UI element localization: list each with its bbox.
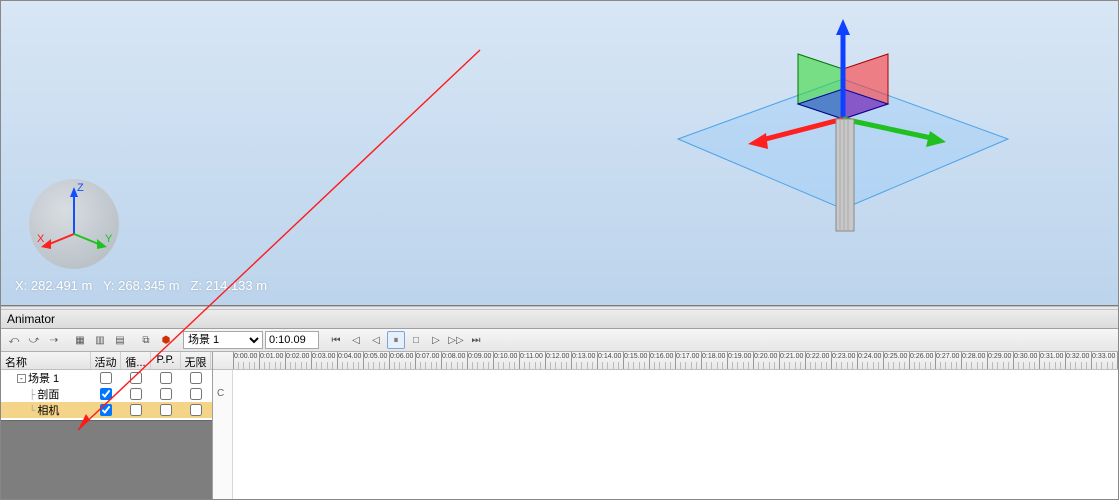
scene-tree-pane: 名称 活动 循... P.P. 无限 -场景 1├剖面└相机 — [1, 352, 213, 499]
coordinate-readout: X: 282.491 m Y: 268.345 m Z: 214.133 m — [15, 278, 267, 293]
ruler-tick-label: 0:08.00 — [442, 353, 465, 360]
checkbox-infinite[interactable] — [190, 388, 202, 400]
checkbox-pp[interactable] — [160, 372, 172, 384]
checkbox-infinite[interactable] — [190, 372, 202, 384]
col-active[interactable]: 活动 — [91, 352, 121, 369]
history-back-button[interactable]: ⤺ — [5, 331, 23, 349]
tree-branch-icon: └ — [29, 405, 35, 415]
checkbox-infinite[interactable] — [190, 404, 202, 416]
col-loop[interactable]: 循... — [121, 352, 151, 369]
checkbox-pp[interactable] — [160, 404, 172, 416]
ruler-tick-label: 0:28.00 — [962, 353, 985, 360]
ruler-tick-label: 0:29.00 — [988, 353, 1011, 360]
next-key-button[interactable]: ▷▷ — [447, 331, 465, 349]
ruler-tick-label: 0:15.00 — [624, 353, 647, 360]
ruler-tick-label: 0:01.00 — [260, 353, 283, 360]
col-infinite[interactable]: 无限 — [181, 352, 211, 369]
link-button[interactable]: ⇢ — [45, 331, 63, 349]
ruler-tick-label: 0:30.00 — [1014, 353, 1037, 360]
scene-select[interactable]: 场景 1 — [183, 331, 263, 349]
timeline-pane[interactable]: 0:00.000:01.000:02.000:03.000:04.000:05.… — [213, 352, 1118, 499]
svg-text:Y: Y — [105, 233, 113, 245]
timeline-ruler[interactable]: 0:00.000:01.000:02.000:03.000:04.000:05.… — [213, 352, 1118, 370]
checkbox-active[interactable] — [100, 388, 112, 400]
tree-empty-area — [1, 420, 212, 499]
checkbox-pp[interactable] — [160, 388, 172, 400]
ruler-tick-label: 0:12.00 — [546, 353, 569, 360]
tree-branch-icon: ├ — [29, 389, 35, 399]
snap-1-button[interactable]: ▦ — [71, 331, 89, 349]
ruler-tick-label: 0:26.00 — [910, 353, 933, 360]
ruler-tick-label: 0:19.00 — [728, 353, 751, 360]
record-button[interactable]: ⬢ — [157, 331, 175, 349]
ruler-tick-label: 0:09.00 — [468, 353, 491, 360]
step-back-button[interactable]: ◁ — [367, 331, 385, 349]
ruler-tick-label: 0:06.00 — [390, 353, 413, 360]
scene-transform-gizmo[interactable] — [668, 19, 1018, 249]
first-frame-button[interactable]: ⏮ — [327, 331, 345, 349]
panel-title: Animator — [1, 310, 1118, 329]
time-input[interactable] — [265, 331, 319, 349]
ruler-tick-label: 0:31.00 — [1040, 353, 1063, 360]
ruler-tick-label: 0:21.00 — [780, 353, 803, 360]
stop-button[interactable]: □ — [407, 331, 425, 349]
ruler-tick-label: 0:03.00 — [312, 353, 335, 360]
ruler-tick-label: 0:25.00 — [884, 353, 907, 360]
animator-toolbar: ⤺ ⤻ ⇢ ▦ ▥ ▤ ⧉ ⬢ 场景 1 ⏮ ◁ ◁ ⏸ □ ▷ ▷▷ ⏭ — [1, 329, 1118, 352]
tree-row[interactable]: ├剖面 — [1, 386, 212, 402]
svg-text:X: X — [37, 233, 45, 245]
ruler-tick-label: 0:20.00 — [754, 353, 777, 360]
ruler-tick-label: 0:00.00 — [234, 353, 257, 360]
ruler-tick-label: 0:32.00 — [1066, 353, 1089, 360]
checkbox-active[interactable] — [100, 372, 112, 384]
checkbox-loop[interactable] — [130, 404, 142, 416]
tree-row-label: 相机 — [37, 402, 59, 418]
ruler-tick-label: 0:17.00 — [676, 353, 699, 360]
ruler-tick-label: 0:13.00 — [572, 353, 595, 360]
ruler-tick-label: 0:14.00 — [598, 353, 621, 360]
ruler-tick-label: 0:16.00 — [650, 353, 673, 360]
orientation-gizmo[interactable]: Z X Y — [29, 179, 119, 269]
snap-2-button[interactable]: ▥ — [91, 331, 109, 349]
tree-row-label: 场景 1 — [28, 370, 59, 386]
ruler-tick-label: 0:23.00 — [832, 353, 855, 360]
col-name[interactable]: 名称 — [1, 352, 91, 369]
prev-key-button[interactable]: ◁ — [347, 331, 365, 349]
ruler-tick-label: 0:18.00 — [702, 353, 725, 360]
tree-row[interactable]: -场景 1 — [1, 370, 212, 386]
ruler-tick-label: 0:33.00 — [1092, 353, 1115, 360]
tree-row[interactable]: └相机 — [1, 402, 212, 418]
collapse-mark[interactable]: C — [217, 388, 224, 399]
capture-button[interactable]: ⧉ — [137, 331, 155, 349]
ruler-tick-label: 0:02.00 — [286, 353, 309, 360]
ruler-tick-label: 0:22.00 — [806, 353, 829, 360]
snap-3-button[interactable]: ▤ — [111, 331, 129, 349]
play-button[interactable]: ▷ — [427, 331, 445, 349]
tree-row-label: 剖面 — [37, 386, 59, 402]
ruler-tick-label: 0:11.00 — [520, 353, 543, 360]
history-fwd-button[interactable]: ⤻ — [25, 331, 43, 349]
svg-text:Z: Z — [77, 182, 84, 194]
tree-header: 名称 活动 循... P.P. 无限 — [1, 352, 212, 370]
expander-icon[interactable]: - — [17, 374, 26, 383]
last-frame-button[interactable]: ⏭ — [467, 331, 485, 349]
ruler-tick-label: 0:07.00 — [416, 353, 439, 360]
ruler-tick-label: 0:05.00 — [364, 353, 387, 360]
checkbox-loop[interactable] — [130, 372, 142, 384]
ruler-tick-label: 0:24.00 — [858, 353, 881, 360]
col-pp[interactable]: P.P. — [151, 352, 181, 369]
ruler-tick-label: 0:27.00 — [936, 353, 959, 360]
ruler-tick-label: 0:10.00 — [494, 353, 517, 360]
ruler-tick-label: 0:04.00 — [338, 353, 361, 360]
viewport-3d[interactable]: Z X Y X: 282.491 m Y: 268.345 m Z: 214.1… — [1, 1, 1118, 306]
checkbox-loop[interactable] — [130, 388, 142, 400]
checkbox-active[interactable] — [100, 404, 112, 416]
pause-button[interactable]: ⏸ — [387, 331, 405, 349]
